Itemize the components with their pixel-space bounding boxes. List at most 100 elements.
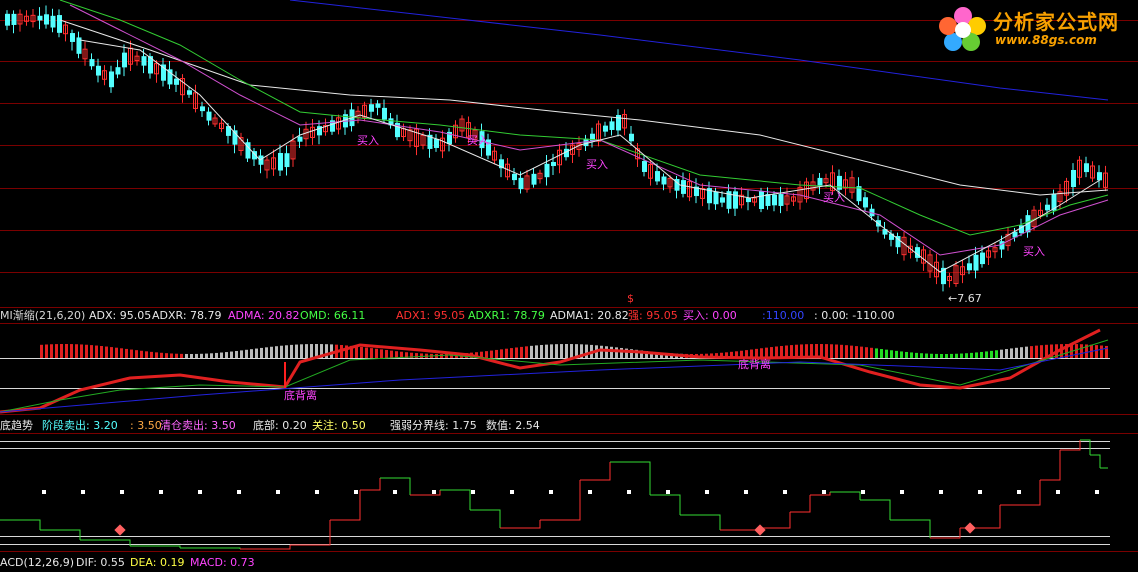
dmi-histogram-bar (995, 350, 998, 358)
dmi-v2: : 0.00 (814, 309, 846, 322)
ma-short-line (79, 39, 1101, 273)
trend-step-line (650, 494, 681, 515)
trend-step-line (790, 495, 811, 513)
candle-down (1084, 163, 1089, 173)
threshold-dot (861, 490, 865, 494)
candle-down (778, 194, 784, 206)
stock-chart-canvas[interactable] (0, 0, 1138, 572)
dmi-histogram-bar (505, 348, 508, 358)
dmi-histogram-bar (240, 350, 243, 358)
candle-down (369, 104, 374, 112)
dmi-histogram-bar (355, 346, 358, 358)
dmi-omd: OMD: 66.11 (300, 309, 366, 322)
dmi-histogram-bar (1100, 345, 1103, 358)
dmi-histogram-bar (310, 344, 313, 358)
dmi-histogram-bar (945, 353, 948, 358)
site-logo[interactable]: 分析家公式网 www.88gs.com (935, 2, 1135, 54)
dmi-histogram-bar (205, 353, 208, 358)
threshold-dot (432, 490, 436, 494)
dmi-histogram-bar (110, 347, 113, 358)
candle-down (759, 191, 764, 209)
trend-step-line (0, 519, 41, 530)
candle-down (258, 155, 264, 165)
dmi-histogram-bar (190, 353, 193, 358)
dmi-histogram-bar (175, 353, 178, 358)
dmi-histogram-bar (120, 348, 123, 358)
dmi-histogram-bar (375, 348, 378, 358)
threshold-dot (159, 490, 163, 494)
candle-down (70, 33, 75, 42)
dmi-histogram-bar (570, 344, 573, 358)
dmi-histogram-bar (210, 353, 213, 358)
trend-step-line (860, 499, 891, 520)
candle-down (863, 197, 868, 208)
dmi-histogram-bar (295, 344, 298, 358)
dmi-histogram-bar (275, 346, 278, 358)
dmi-histogram-bar (490, 350, 493, 358)
dmi-histogram-bar (45, 344, 48, 358)
candle-down (531, 173, 537, 185)
dmi-histogram-bar (40, 344, 43, 358)
candle-down (817, 177, 823, 186)
threshold-dot (237, 490, 241, 494)
dmi-histogram-bar (140, 350, 143, 358)
dmi-histogram-bar (235, 350, 238, 358)
dmi-histogram-bar (395, 351, 398, 358)
threshold-dot (744, 490, 748, 494)
candle-down (713, 191, 719, 205)
trend-step-line (470, 509, 501, 528)
threshold-dot (549, 490, 553, 494)
dmi-histogram-bar (75, 344, 78, 358)
dmi-adxr: ADXR: 78.79 (152, 309, 222, 322)
dmi-histogram-bar (100, 346, 103, 358)
dmi-histogram-bar (540, 344, 543, 358)
dmi-histogram-bar (265, 347, 268, 358)
dmi-histogram-bar (1015, 347, 1018, 358)
dmi-histogram-bar (85, 344, 88, 358)
trend-clear-sell: 清仓卖出: 3.50 (160, 419, 236, 432)
candle-down (772, 194, 777, 206)
buy-signal-label: 买入 (467, 134, 489, 147)
dmi-histogram-bar (970, 352, 973, 358)
threshold-dot (354, 490, 358, 494)
candle-down (382, 107, 387, 120)
dmi-histogram-bar (365, 347, 368, 358)
trend-step-line (890, 519, 931, 538)
trend-step-line (760, 512, 791, 529)
candle-down (200, 106, 205, 112)
panel-grid (0, 20, 1138, 552)
candle-down (284, 153, 290, 168)
buy-signal-label: 买入 (823, 191, 845, 204)
threshold-dot (42, 490, 46, 494)
dmi-histogram-bar (1025, 346, 1028, 358)
trend-value: 数值: 2.54 (486, 419, 540, 432)
candle-down (973, 254, 979, 271)
dmi-histogram-bar (500, 349, 503, 358)
dmi-histogram-bar (900, 351, 903, 358)
dmi-histogram-bar (270, 346, 273, 358)
dmi-histogram-bar (510, 348, 513, 358)
threshold-dot (393, 490, 397, 494)
dmi-histogram-bar (160, 352, 163, 358)
trend-step-line (580, 462, 611, 481)
dmi-histogram-bar (875, 348, 878, 358)
dmi-histogram-bar (95, 345, 98, 358)
dmi-histogram-bar (165, 353, 168, 358)
candle-down (297, 136, 303, 142)
dmi-histogram-bar (940, 353, 943, 358)
dmi-histogram-bar (600, 345, 603, 358)
dmi-histogram-bar (90, 345, 93, 358)
candle-down (733, 191, 738, 209)
dmi-histogram-bar (915, 352, 918, 358)
candle-down (1097, 172, 1102, 181)
candle-down (57, 15, 62, 33)
dmi-v3: : -110.00 (845, 309, 895, 322)
candle-down (44, 14, 49, 25)
candle-down (1045, 204, 1050, 211)
dmi-histogram-bar (1020, 347, 1023, 358)
dmi-histogram-bar (105, 346, 108, 358)
dmi-histogram-bar (1005, 349, 1008, 358)
dmi-histogram-bar (1040, 345, 1043, 358)
candle-down (746, 197, 751, 203)
candle-down (1071, 169, 1076, 188)
